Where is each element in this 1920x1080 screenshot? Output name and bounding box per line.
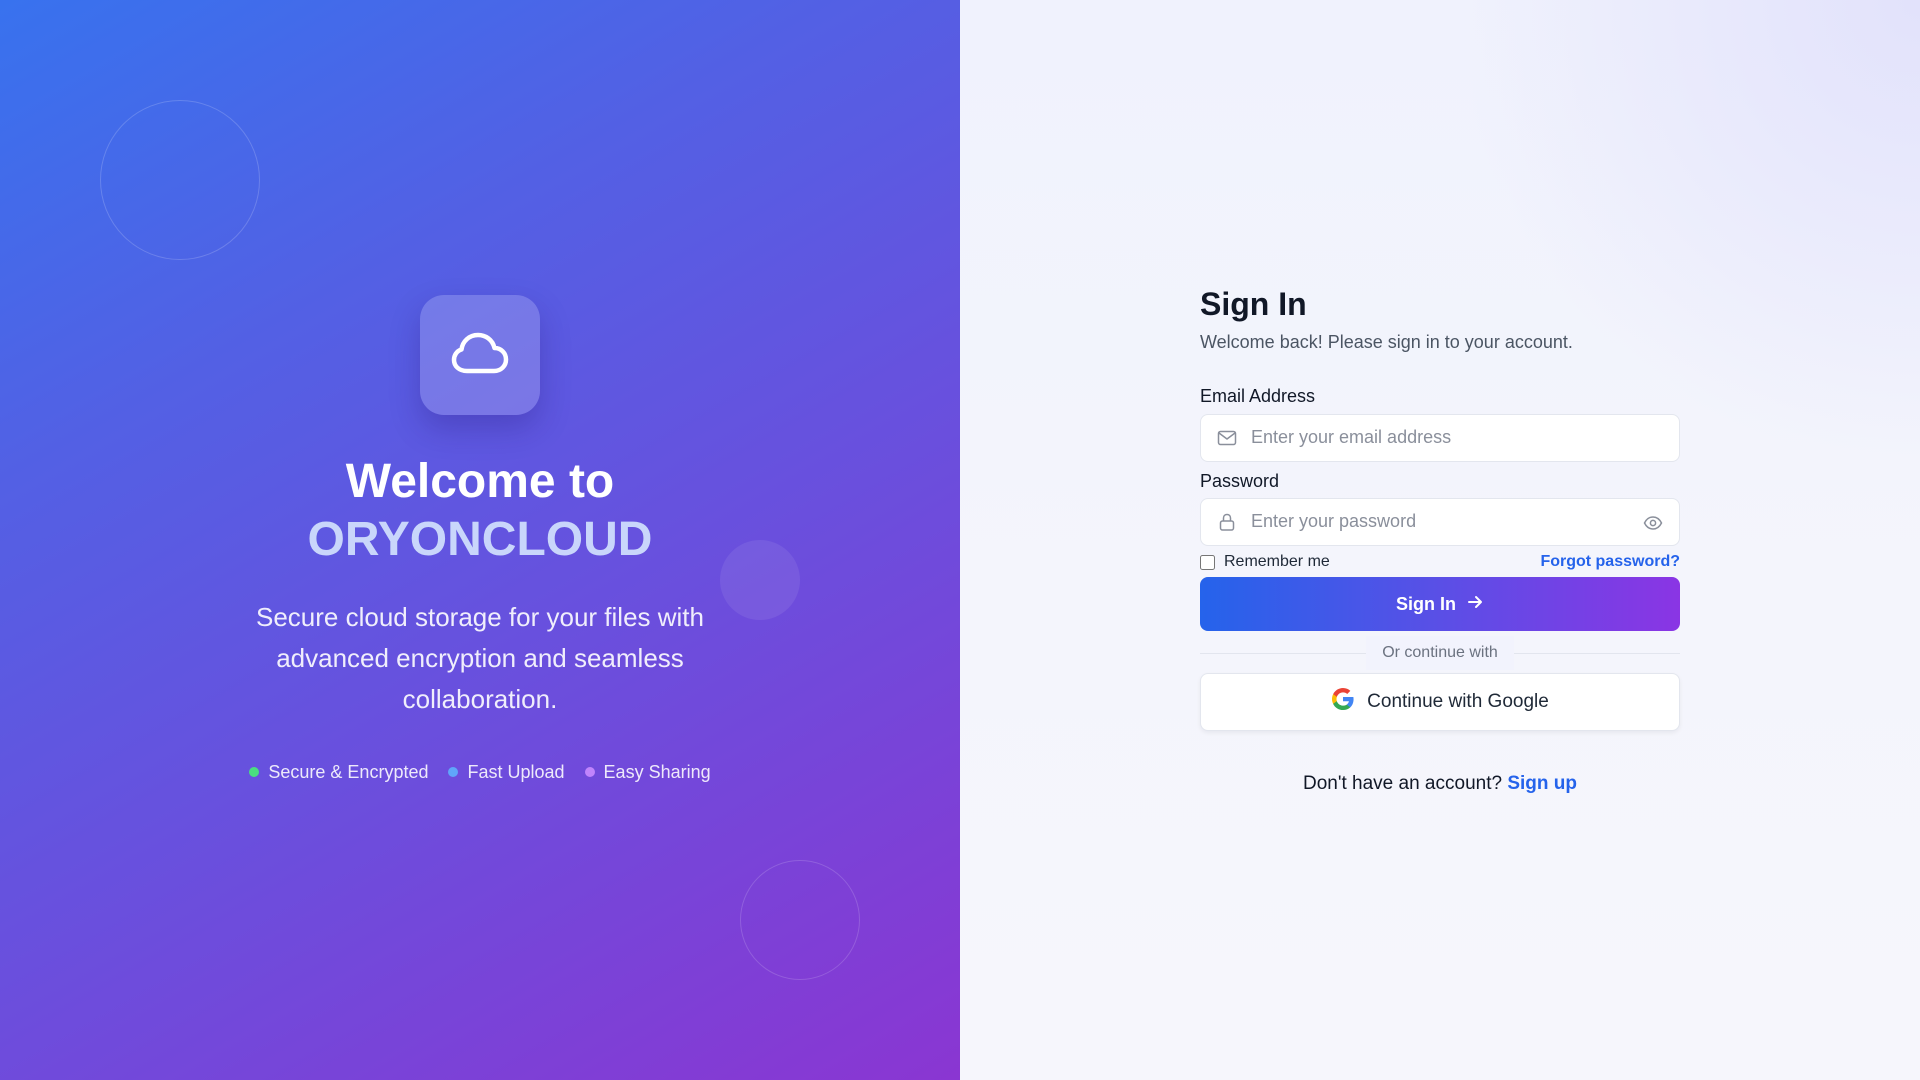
feature-item: Secure & Encrypted xyxy=(249,760,428,784)
remember-me-checkbox[interactable] xyxy=(1200,554,1215,570)
bullet-dot-icon xyxy=(584,767,595,777)
mail-icon xyxy=(1217,428,1237,448)
forgot-password-link[interactable]: Forgot password? xyxy=(1540,552,1680,572)
logo-tile xyxy=(420,295,540,415)
google-icon xyxy=(1331,687,1355,717)
signup-prompt: Don't have an account? xyxy=(1303,773,1503,794)
signin-button[interactable]: Sign In xyxy=(1200,577,1680,631)
divider-text: Or continue with xyxy=(1366,636,1514,670)
remember-me-label: Remember me xyxy=(1224,553,1330,570)
feature-label: Easy Sharing xyxy=(603,762,711,782)
email-field-wrapper xyxy=(1200,414,1680,462)
feature-list: Secure & Encrypted Fast Upload Easy Shar… xyxy=(0,760,960,784)
signin-panel: Sign In Welcome back! Please sign in to … xyxy=(960,0,1920,1080)
signin-title: Sign In xyxy=(1200,286,1307,322)
signup-row: Don't have an account? Sign up xyxy=(1200,772,1680,796)
password-field-wrapper xyxy=(1200,498,1680,546)
lock-icon xyxy=(1217,512,1237,532)
google-button-label: Continue with Google xyxy=(1367,691,1549,712)
password-label: Password xyxy=(1200,471,1280,491)
decorative-ring xyxy=(100,100,260,260)
arrow-right-icon xyxy=(1466,593,1484,616)
email-input[interactable] xyxy=(1251,415,1631,460)
email-label: Email Address xyxy=(1200,386,1316,406)
cloud-icon xyxy=(451,331,509,380)
signup-link[interactable]: Sign up xyxy=(1507,773,1577,794)
signin-button-label: Sign In xyxy=(1396,593,1456,614)
bullet-dot-icon xyxy=(249,767,260,777)
feature-label: Fast Upload xyxy=(467,762,565,782)
feature-item: Fast Upload xyxy=(448,760,565,784)
eye-icon[interactable] xyxy=(1643,513,1663,533)
bullet-dot-icon xyxy=(448,767,459,777)
hero-panel: Welcome to ORYONCLOUD Secure cloud stora… xyxy=(0,0,960,1080)
signin-subtitle: Welcome back! Please sign in to your acc… xyxy=(1200,332,1573,352)
feature-item: Easy Sharing xyxy=(584,760,711,784)
decorative-ring xyxy=(740,860,860,980)
remember-me-option[interactable]: Remember me xyxy=(1200,552,1330,572)
hero-title: Welcome to xyxy=(345,455,615,508)
feature-label: Secure & Encrypted xyxy=(268,762,429,782)
google-signin-button[interactable]: Continue with Google xyxy=(1200,673,1680,731)
brand-name: ORYONCLOUD xyxy=(307,513,653,566)
hero-description: Secure cloud storage for your files with… xyxy=(256,602,704,714)
password-input[interactable] xyxy=(1251,499,1631,544)
